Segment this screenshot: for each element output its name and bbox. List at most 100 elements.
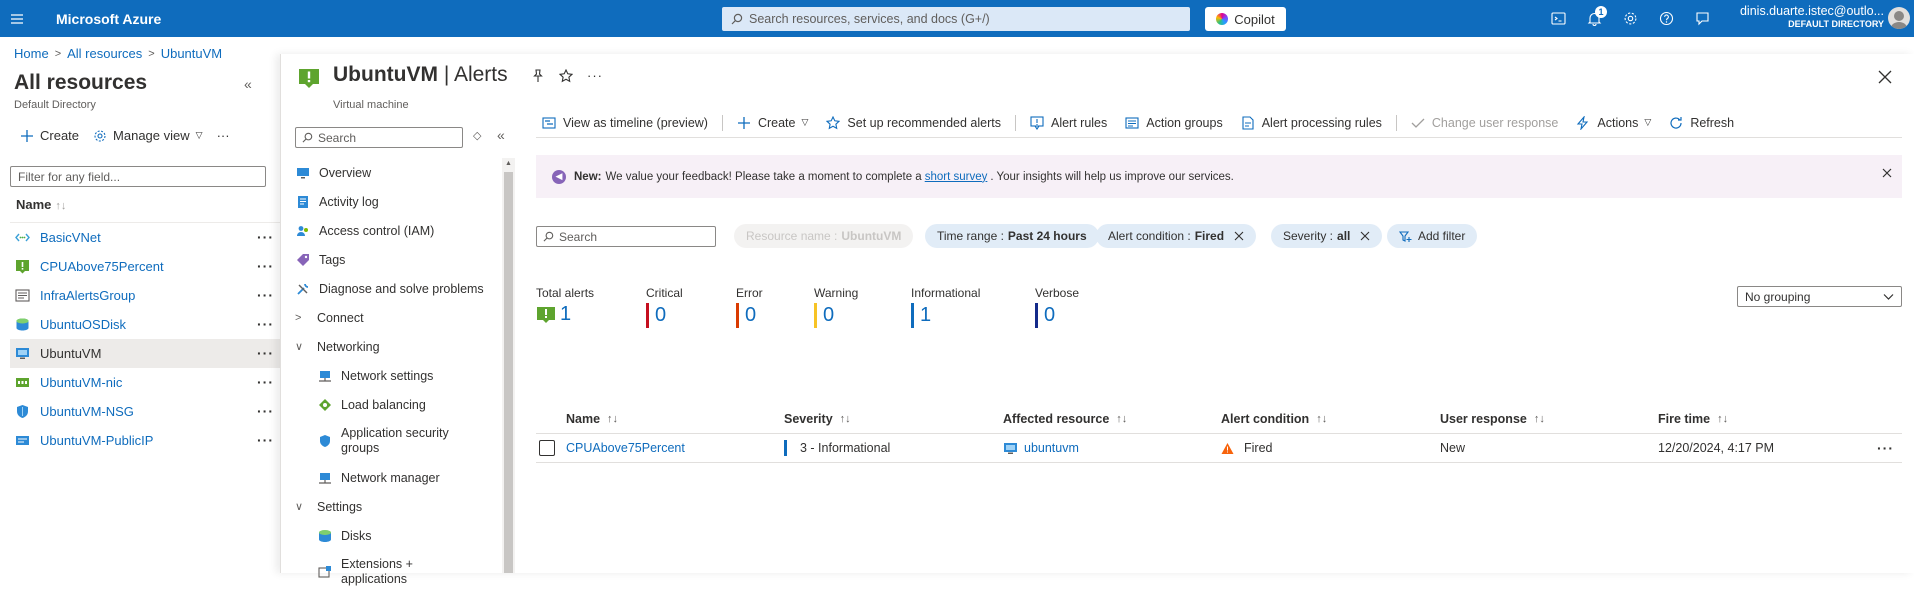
resource-link[interactable]: UbuntuOSDisk (40, 317, 126, 332)
set-up-recommended-alerts-button[interactable]: Set up recommended alerts (826, 115, 1001, 130)
error-summary[interactable]: Error 0 (736, 286, 763, 328)
more-actions-icon[interactable]: ··· (257, 403, 274, 419)
breadcrumb-home[interactable]: Home (14, 46, 49, 61)
short-survey-link[interactable]: short survey (925, 171, 988, 183)
critical-summary[interactable]: Critical 0 (646, 286, 683, 328)
add-filter-button[interactable]: Add filter (1387, 224, 1478, 248)
collapse-panel-icon[interactable]: « (244, 76, 252, 92)
menu-item-network-manager[interactable]: Network manager (295, 463, 500, 492)
account-menu[interactable]: dinis.duarte.istec@outlo... DEFAULT DIRE… (1740, 5, 1884, 31)
more-actions-icon[interactable]: ··· (257, 432, 274, 448)
close-icon[interactable] (1878, 70, 1892, 87)
resource-link[interactable]: UbuntuVM-NSG (40, 404, 134, 419)
scroll-up-icon[interactable]: ▲ (505, 160, 512, 167)
menu-group-connect[interactable]: > Connect (295, 303, 500, 332)
azure-brand[interactable]: Microsoft Azure (56, 11, 161, 27)
menu-item-load-balancing[interactable]: Load balancing (295, 390, 500, 419)
menu-item-activity-log[interactable]: Activity log (295, 187, 500, 216)
severity-filter-pill[interactable]: Severity : all (1271, 224, 1383, 248)
menu-item-iam[interactable]: Access control (IAM) (295, 216, 500, 245)
remove-filter-icon[interactable] (1234, 231, 1244, 241)
alert-name-link[interactable]: CPUAbove75Percent (566, 441, 685, 455)
manage-view-button[interactable]: Manage view ▽ (93, 128, 203, 143)
list-item[interactable]: InfraAlertsGroup ··· (10, 281, 280, 310)
resource-link[interactable]: UbuntuVM (40, 346, 101, 361)
table-row[interactable]: CPUAbove75Percent 3 - Informational ubun… (536, 434, 1902, 463)
total-alerts-summary[interactable]: Total alerts 1 (536, 286, 594, 326)
list-item[interactable]: CPUAbove75Percent ··· (10, 252, 280, 281)
alert-rules-button[interactable]: Alert rules (1030, 116, 1107, 130)
name-column-header[interactable]: Name ↑↓ (16, 197, 66, 212)
resource-link[interactable]: BasicVNet (40, 230, 101, 245)
list-item[interactable]: UbuntuOSDisk ··· (10, 310, 280, 339)
menu-group-settings[interactable]: ∨ Settings (295, 492, 500, 521)
menu-item-asg[interactable]: Application security groups (295, 419, 500, 463)
change-user-response-button[interactable]: Change user response (1411, 116, 1558, 130)
menu-search-input[interactable]: Search (295, 127, 463, 148)
close-icon[interactable] (1882, 168, 1892, 181)
feedback-icon[interactable] (1684, 0, 1720, 37)
row-checkbox[interactable] (539, 440, 555, 456)
warning-summary[interactable]: Warning 0 (814, 286, 858, 328)
more-actions-icon[interactable]: ··· (257, 287, 274, 303)
column-header-affected-resource[interactable]: Affected resource ↑↓ (1003, 412, 1127, 426)
list-item[interactable]: UbuntuVM-nic ··· (10, 368, 280, 397)
action-groups-button[interactable]: Action groups (1125, 116, 1223, 130)
breadcrumb-all-resources[interactable]: All resources (67, 46, 142, 61)
resource-link[interactable]: CPUAbove75Percent (40, 259, 164, 274)
pin-icon[interactable] (531, 68, 545, 83)
create-button[interactable]: Create ▽ (737, 116, 808, 130)
menu-scrollbar[interactable]: ▲ (502, 158, 515, 573)
notifications-bell-icon[interactable]: 1 (1576, 0, 1612, 37)
alerts-search-input[interactable]: Search (536, 226, 716, 247)
resource-link[interactable]: InfraAlertsGroup (40, 288, 135, 303)
menu-item-diagnose[interactable]: Diagnose and solve problems (295, 274, 500, 303)
more-actions-icon[interactable]: ··· (257, 316, 274, 332)
list-item[interactable]: UbuntuVM-PublicIP ··· (10, 426, 280, 455)
list-item[interactable]: UbuntuVM ··· (10, 339, 280, 368)
column-header-name[interactable]: Name ↑↓ (566, 412, 618, 426)
more-actions-icon[interactable]: ··· (257, 229, 274, 245)
scrollbar-thumb[interactable] (504, 172, 513, 573)
resource-link[interactable]: UbuntuVM-nic (40, 375, 122, 390)
refresh-button[interactable]: Refresh (1669, 116, 1734, 130)
column-header-user-response[interactable]: User response ↑↓ (1440, 412, 1545, 426)
avatar[interactable] (1888, 7, 1910, 29)
column-header-alert-condition[interactable]: Alert condition ↑↓ (1221, 412, 1327, 426)
star-icon[interactable] (559, 68, 573, 83)
remove-filter-icon[interactable] (1360, 231, 1370, 241)
list-item[interactable]: BasicVNet ··· (10, 223, 280, 252)
list-item[interactable]: UbuntuVM-NSG ··· (10, 397, 280, 426)
column-header-fire-time[interactable]: Fire time ↑↓ (1658, 412, 1728, 426)
collapse-menu-icon[interactable]: « (497, 127, 505, 143)
menu-item-overview[interactable]: Overview (295, 158, 500, 187)
more-button[interactable]: ··· (217, 128, 230, 143)
view-as-timeline-button[interactable]: View as timeline (preview) (542, 116, 708, 130)
menu-options-icon[interactable]: ◇ (473, 129, 481, 142)
more-actions-icon[interactable]: ··· (257, 345, 274, 361)
help-icon[interactable] (1648, 0, 1684, 37)
breadcrumb-ubuntuvm[interactable]: UbuntuVM (161, 46, 222, 61)
menu-item-disks[interactable]: Disks (295, 521, 500, 550)
affected-resource-link[interactable]: ubuntuvm (1024, 441, 1079, 455)
global-search-input[interactable]: Search resources, services, and docs (G+… (722, 7, 1190, 31)
resource-link[interactable]: UbuntuVM-PublicIP (40, 433, 153, 448)
hamburger-menu-icon[interactable] (0, 0, 34, 37)
menu-group-networking[interactable]: ∨ Networking (295, 332, 500, 361)
time-range-filter-pill[interactable]: Time range : Past 24 hours (925, 224, 1099, 248)
informational-summary[interactable]: Informational 1 (911, 286, 980, 328)
menu-item-extensions[interactable]: Extensions + applications (295, 550, 500, 594)
column-header-severity[interactable]: Severity ↑↓ (784, 412, 851, 426)
alert-condition-filter-pill[interactable]: Alert condition : Fired (1096, 224, 1257, 248)
verbose-summary[interactable]: Verbose 0 (1035, 286, 1079, 328)
more-options-icon[interactable]: ··· (587, 68, 603, 83)
more-actions-icon[interactable]: ··· (257, 258, 274, 274)
copilot-button[interactable]: Copilot (1205, 7, 1286, 31)
more-actions-icon[interactable]: ··· (257, 374, 274, 390)
cloud-shell-icon[interactable] (1540, 0, 1576, 37)
alert-processing-rules-button[interactable]: Alert processing rules (1241, 116, 1382, 130)
row-more-actions-icon[interactable]: ··· (1877, 440, 1894, 456)
settings-gear-icon[interactable] (1612, 0, 1648, 37)
filter-input[interactable]: Filter for any field... (10, 166, 266, 187)
actions-button[interactable]: Actions ▽ (1576, 115, 1651, 130)
